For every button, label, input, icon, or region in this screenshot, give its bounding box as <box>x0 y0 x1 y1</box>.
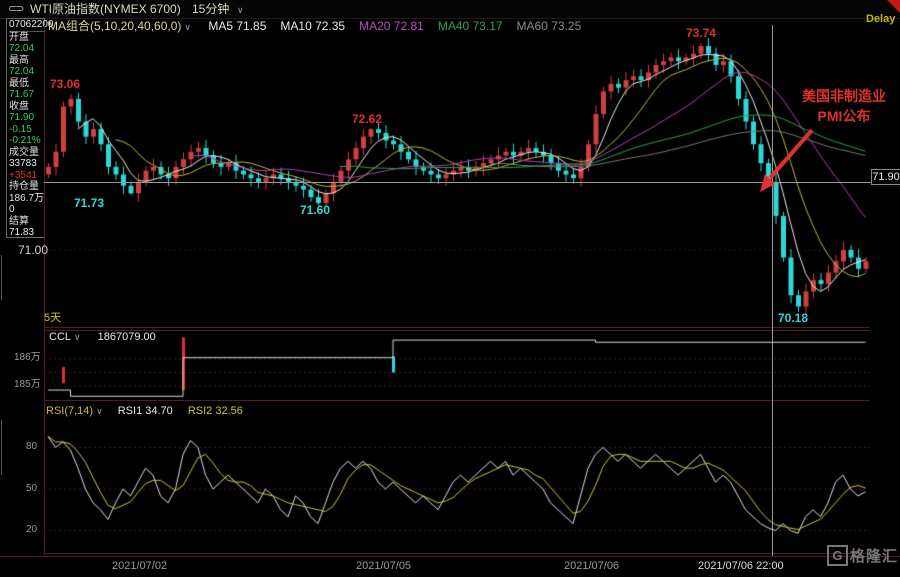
link-icon: ⊂⊃ <box>8 0 22 18</box>
quote-row: 结算 <box>9 216 44 228</box>
gelonghui-logo-icon: G <box>827 545 848 566</box>
quote-row: 持仓量 <box>9 181 44 193</box>
price-annotation: 70.18 <box>778 311 808 325</box>
date-label: 2021/07/05 <box>356 560 411 572</box>
ccl-indicator-selector[interactable]: CCL <box>49 331 71 343</box>
rsi-bottom-border <box>44 553 870 554</box>
quote-row: +3541 <box>9 170 44 182</box>
gelonghui-logo-text: 格隆汇 <box>850 545 898 566</box>
price-annotation: 72.62 <box>352 112 382 126</box>
axis-label: 186万 <box>14 353 41 363</box>
quote-row: 最低 <box>9 78 44 90</box>
ccl-value: 1867079.00 <box>98 331 156 343</box>
frame-mark <box>1 420 2 475</box>
quote-row: 72.04 <box>9 43 44 55</box>
current-datetime: 2021/07/06 22:00 <box>698 560 784 572</box>
price-annotation: 73.74 <box>686 26 716 40</box>
frame-mark <box>1 255 2 300</box>
quote-sidebar: 07062200 开盘72.04最高72.04最低71.67收盘71.90-0.… <box>6 18 45 238</box>
quote-row: -0.15 <box>9 124 44 136</box>
quote-row: 186.7万 <box>9 193 44 205</box>
main-price-chart[interactable] <box>44 25 870 330</box>
delay-badge: Delay <box>866 13 895 25</box>
news-line1: 美国非制造业 <box>794 86 894 106</box>
ccl-open-interest-chart[interactable] <box>44 327 870 400</box>
date-label: 2021/07/06 <box>564 560 619 572</box>
quote-row: 收盘 <box>9 101 44 113</box>
chevron-down-icon[interactable]: ∨ <box>96 406 103 416</box>
axis-label: 20 <box>26 525 37 535</box>
annotation-arrow-icon <box>748 124 820 200</box>
axis-label: 50 <box>26 484 37 494</box>
trading-terminal-window: ⊂⊃ WTI原油指数(NYMEX 6700) 15分钟 ∨ MA组合(5,10,… <box>0 0 900 577</box>
rsi2-value: RSI2 32.56 <box>188 405 243 417</box>
date-axis-border <box>0 556 900 557</box>
gelonghui-watermark: G 格隆汇 <box>827 545 898 566</box>
chevron-down-icon[interactable]: ∨ <box>237 1 244 19</box>
axis-label: 185万 <box>14 380 41 390</box>
ccl-header: CCL∨ 1867079.00 <box>49 331 156 343</box>
quote-row: 71.83 <box>9 227 44 239</box>
quote-row: 71.90 <box>9 112 44 124</box>
quote-row: 71.67 <box>9 89 44 101</box>
axis-label: 80 <box>26 442 37 452</box>
quote-row: 最高 <box>9 55 44 67</box>
symbol-title: WTI原油指数(NYMEX 6700) <box>30 0 181 18</box>
rsi-chart[interactable] <box>44 420 870 553</box>
corner-alert-icon <box>887 0 900 13</box>
ccl-bottom-border <box>44 400 870 401</box>
price-axis-label: 71.00 <box>18 245 48 255</box>
rsi-header: RSI(7,14)∨ RSI1 34.70 RSI2 32.56 <box>46 405 243 417</box>
quote-rows: 开盘72.04最高72.04最低71.67收盘71.90-0.15-0.21%成… <box>9 32 44 239</box>
quote-row: 成交量 <box>9 147 44 159</box>
news-annotation: 美国非制造业 PMI公布 <box>794 86 894 126</box>
date-label: 2021/07/02 <box>112 560 167 572</box>
quote-row: 开盘 <box>9 32 44 44</box>
news-line2: PMI公布 <box>794 106 894 126</box>
price-annotation: 73.06 <box>50 77 80 91</box>
price-annotation: 71.60 <box>300 203 330 217</box>
quote-row: 0 <box>9 204 44 216</box>
rsi-indicator-selector[interactable]: RSI(7,14) <box>46 405 93 417</box>
quote-row: 33783 <box>9 158 44 170</box>
quote-row: -0.21% <box>9 135 44 147</box>
chevron-down-icon[interactable]: ∨ <box>74 332 81 342</box>
quote-id: 07062200 <box>9 19 44 32</box>
range-selector-5d[interactable]: 5天 <box>44 312 61 324</box>
interval-selector[interactable]: 15分钟 <box>192 0 229 18</box>
quote-row: 72.04 <box>9 66 44 78</box>
price-annotation: 71.73 <box>74 196 104 210</box>
rsi1-value: RSI1 34.70 <box>118 405 173 417</box>
crosshair-price-tag: 71.90 <box>871 169 900 185</box>
title-bar: ⊂⊃ WTI原油指数(NYMEX 6700) 15分钟 ∨ <box>0 0 900 19</box>
